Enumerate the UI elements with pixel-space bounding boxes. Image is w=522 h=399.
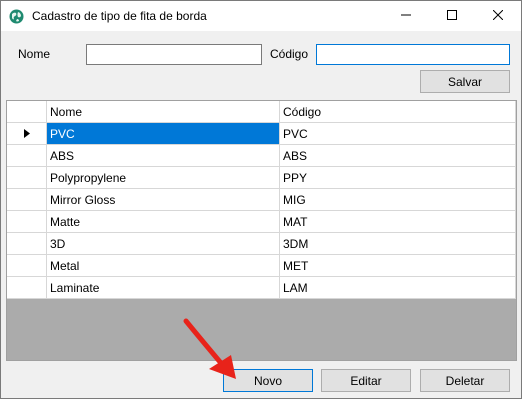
cell-codigo[interactable]: LAM [280,277,516,299]
table-row[interactable]: 3D 3DM [7,233,516,255]
salvar-button[interactable]: Salvar [420,70,510,93]
codigo-input[interactable] [316,44,510,65]
row-header[interactable] [7,167,47,189]
cell-codigo[interactable]: 3DM [280,233,516,255]
cell-nome[interactable]: 3D [47,233,280,255]
close-button[interactable] [475,1,521,31]
table-row[interactable]: Laminate LAM [7,277,516,299]
row-header[interactable] [7,189,47,211]
row-header[interactable] [7,123,47,145]
editar-button[interactable]: Editar [321,369,411,392]
cell-codigo[interactable]: MET [280,255,516,277]
row-header[interactable] [7,145,47,167]
nome-input[interactable] [86,44,262,65]
cell-nome[interactable]: Matte [47,211,280,233]
maximize-button[interactable] [429,1,475,31]
cell-codigo[interactable]: MAT [280,211,516,233]
main-window: Cadastro de tipo de fita de borda Nome C… [0,0,522,399]
row-header[interactable] [7,277,47,299]
table-row[interactable]: Matte MAT [7,211,516,233]
codigo-label: Código [270,47,309,61]
deletar-button[interactable]: Deletar [420,369,510,392]
grid-header: Nome Código [7,101,516,123]
column-header-codigo[interactable]: Código [280,101,516,123]
row-pointer-icon [23,127,30,141]
grid-body: Nome Código PVC PVC ABS ABS Polypropylen… [7,101,516,299]
tipos-grid[interactable]: Nome Código PVC PVC ABS ABS Polypropylen… [6,100,517,361]
close-icon [492,9,504,23]
cell-codigo[interactable]: PPY [280,167,516,189]
novo-button[interactable]: Novo [223,369,313,392]
cell-nome[interactable]: Metal [47,255,280,277]
cell-nome[interactable]: PVC [47,123,280,145]
row-header[interactable] [7,211,47,233]
table-row[interactable]: PVC PVC [7,123,516,145]
cell-nome[interactable]: Mirror Gloss [47,189,280,211]
table-row[interactable]: ABS ABS [7,145,516,167]
cell-codigo[interactable]: PVC [280,123,516,145]
row-header[interactable] [7,233,47,255]
cell-nome[interactable]: Polypropylene [47,167,280,189]
table-row[interactable]: Polypropylene PPY [7,167,516,189]
minimize-icon [401,9,411,23]
row-header[interactable] [7,255,47,277]
cell-codigo[interactable]: MIG [280,189,516,211]
maximize-icon [447,9,457,23]
minimize-button[interactable] [383,1,429,31]
title-bar: Cadastro de tipo de fita de borda [1,1,521,31]
table-row[interactable]: Metal MET [7,255,516,277]
cell-codigo[interactable]: ABS [280,145,516,167]
cell-nome[interactable]: ABS [47,145,280,167]
cell-nome[interactable]: Laminate [47,277,280,299]
window-title: Cadastro de tipo de fita de borda [32,9,207,23]
table-row[interactable]: Mirror Gloss MIG [7,189,516,211]
nome-label: Nome [18,47,51,61]
row-header-corner [7,101,47,123]
app-globe-icon [9,9,24,24]
column-header-nome[interactable]: Nome [47,101,280,123]
